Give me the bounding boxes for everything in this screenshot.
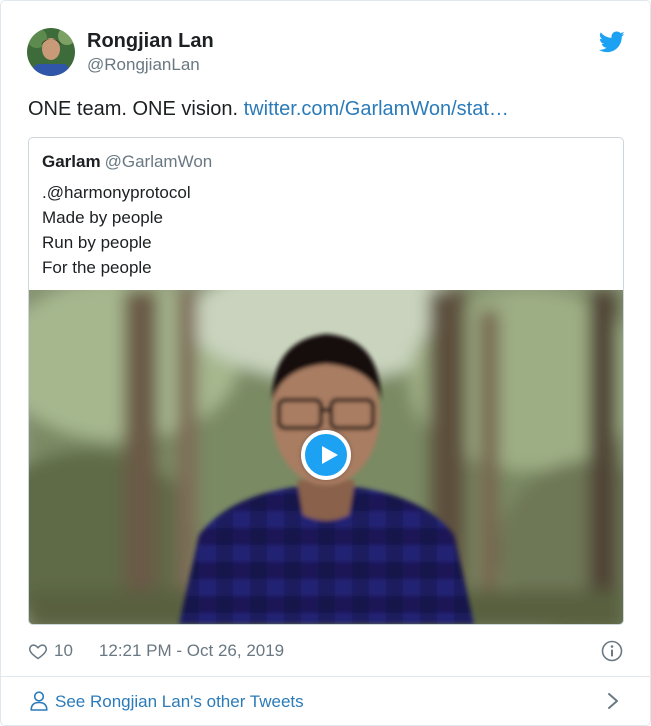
author-name[interactable]: Rongjian Lan (87, 30, 214, 53)
see-other-tweets-label: See Rongjian Lan's other Tweets (55, 692, 304, 711)
tweet-meta: 10 12:21 PM - Oct 26, 2019 (28, 639, 284, 663)
video-thumbnail[interactable] (29, 290, 623, 624)
heart-icon[interactable] (28, 641, 48, 661)
like-count[interactable]: 10 (54, 641, 73, 661)
see-other-tweets-link[interactable]: See Rongjian Lan's other Tweets (1, 677, 650, 725)
quoted-tweet[interactable]: Garlam @GarlamWon .@harmonyprotocol Made … (28, 137, 624, 625)
quoted-author-name: Garlam (42, 152, 101, 171)
author-avatar[interactable] (27, 28, 75, 76)
tweet-card: Rongjian Lan @RongjianLan ONE team. ONE … (0, 0, 651, 726)
quoted-line: .@harmonyprotocol (42, 183, 191, 202)
twitter-bird-icon[interactable] (598, 29, 625, 55)
quoted-line: Run by people (42, 233, 152, 252)
chevron-right-icon (608, 693, 618, 709)
tweet-body: ONE team. ONE vision. (28, 98, 244, 120)
quoted-tweet-header: Garlam @GarlamWon (42, 152, 212, 172)
quoted-tweet-text: .@harmonyprotocol Made by people Run by … (42, 180, 191, 280)
tweet-timestamp[interactable]: 12:21 PM - Oct 26, 2019 (99, 641, 284, 661)
quoted-tweet-link[interactable]: twitter.com/GarlamWon/stat… (244, 98, 509, 120)
info-icon[interactable] (601, 640, 623, 662)
quoted-line: For the people (42, 258, 152, 277)
person-icon (30, 691, 48, 711)
play-icon[interactable] (301, 430, 351, 480)
tweet-text: ONE team. ONE vision. twitter.com/Garlam… (28, 97, 509, 121)
author-handle[interactable]: @RongjianLan (87, 55, 200, 75)
quoted-author-handle: @GarlamWon (104, 152, 213, 171)
quoted-line: Made by people (42, 208, 163, 227)
